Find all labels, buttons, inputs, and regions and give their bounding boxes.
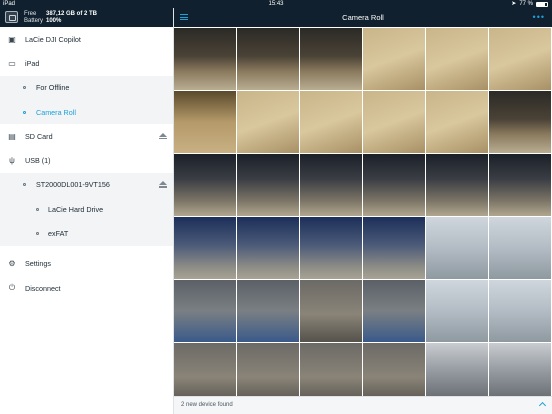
bullet-icon — [23, 86, 26, 90]
sidebar-nav: ▣ LaCie DJI Copilot ▭ iPad For Offline C… — [0, 27, 173, 300]
status-indicators: ➤ 77 % — [511, 0, 548, 8]
clock: 15:43 — [268, 1, 284, 7]
sidebar-item-st2000dl001[interactable]: ST2000DL001-9VT156 — [0, 172, 173, 198]
sidebar-item-lacie-hard-drive[interactable]: LaCie Hard Drive — [0, 197, 173, 222]
photo-grid — [174, 28, 552, 405]
photo-thumbnail[interactable] — [300, 91, 362, 153]
status-bar: iPad 15:43 ➤ 77 % — [0, 0, 552, 8]
photo-thumbnail[interactable] — [174, 280, 236, 342]
free-value: 387,12 GB of 2 TB — [46, 11, 98, 17]
sidebar-item-label: iPad — [25, 58, 40, 68]
bullet-icon — [23, 110, 26, 114]
device-header: Free 387,12 GB of 2 TB Battery 100% — [0, 8, 173, 27]
photo-thumbnail[interactable] — [174, 217, 236, 279]
photo-thumbnail[interactable] — [237, 91, 299, 153]
location-icon: ➤ — [511, 1, 517, 7]
photo-thumbnail[interactable] — [426, 154, 488, 216]
photo-thumbnail[interactable] — [363, 280, 425, 342]
sidebar-item-lacie-dji-copilot[interactable]: ▣ LaCie DJI Copilot — [0, 27, 173, 51]
battery-icon — [536, 1, 548, 7]
photo-thumbnail[interactable] — [237, 28, 299, 90]
copilot-icon: ▣ — [8, 34, 16, 44]
chevron-up-icon[interactable] — [538, 401, 547, 410]
notification-text: 2 new device found — [181, 402, 233, 408]
usb-icon: ψ — [9, 156, 15, 166]
sidebar-item-exfat[interactable]: exFAT — [0, 221, 173, 246]
more-options-icon[interactable]: ••• — [533, 13, 545, 22]
sidebar-item-label: LaCie DJI Copilot — [25, 34, 81, 44]
power-icon: ⏻ — [8, 283, 16, 293]
photo-thumbnail[interactable] — [174, 28, 236, 90]
sidebar-item-label: Disconnect — [25, 283, 61, 293]
battery-value: 100% — [46, 18, 62, 24]
photo-thumbnail[interactable] — [300, 154, 362, 216]
photo-thumbnail[interactable] — [363, 91, 425, 153]
ipad-icon: ▭ — [8, 58, 16, 68]
sidebar-item-label: Camera Roll — [36, 107, 76, 117]
bullet-icon — [36, 232, 39, 236]
photo-thumbnail[interactable] — [489, 154, 551, 216]
photo-thumbnail[interactable] — [426, 28, 488, 90]
sidebar-item-usb[interactable]: ψ USB (1) — [0, 148, 173, 172]
photo-thumbnail[interactable] — [300, 280, 362, 342]
sidebar-item-label: LaCie Hard Drive — [48, 204, 104, 214]
bullet-icon — [36, 207, 39, 211]
main-panel: Camera Roll ••• 2 new device found — [174, 8, 552, 414]
sidebar-item-settings[interactable]: ⚙ Settings — [0, 252, 173, 276]
battery-label: Battery — [24, 18, 44, 24]
eject-icon[interactable] — [159, 132, 167, 140]
sidebar-item-label: For Offline — [36, 83, 70, 93]
gear-icon: ⚙ — [8, 259, 16, 269]
photo-thumbnail[interactable] — [174, 91, 236, 153]
photo-thumbnail[interactable] — [426, 217, 488, 279]
photo-thumbnail[interactable] — [426, 280, 488, 342]
sidebar-item-ipad[interactable]: ▭ iPad — [0, 51, 173, 75]
sidebar-item-label: USB (1) — [25, 156, 51, 166]
sidebar-item-disconnect[interactable]: ⏻ Disconnect — [0, 276, 173, 300]
sidebar-item-label: exFAT — [48, 229, 69, 239]
bullet-icon — [23, 183, 26, 187]
drive-icon — [5, 11, 18, 23]
sidebar-item-sd-card[interactable]: ▤ SD Card — [0, 124, 173, 148]
battery-percent: 77 % — [519, 1, 533, 7]
photo-thumbnail[interactable] — [237, 217, 299, 279]
eject-icon[interactable] — [159, 181, 167, 188]
photo-thumbnail[interactable] — [363, 217, 425, 279]
sidebar-item-label: ST2000DL001-9VT156 — [36, 180, 110, 190]
photo-thumbnail[interactable] — [237, 280, 299, 342]
photo-thumbnail[interactable] — [363, 28, 425, 90]
sidebar-item-for-offline[interactable]: For Offline — [0, 75, 173, 100]
sidebar-item-label: SD Card — [25, 131, 53, 141]
photo-thumbnail[interactable] — [300, 217, 362, 279]
top-bar: Camera Roll ••• — [174, 8, 552, 27]
device-notification-bar[interactable]: 2 new device found — [174, 396, 552, 414]
photo-thumbnail[interactable] — [489, 217, 551, 279]
sd-card-icon: ▤ — [8, 131, 16, 141]
photo-thumbnail[interactable] — [489, 91, 551, 153]
photo-thumbnail[interactable] — [237, 154, 299, 216]
sidebar: Free 387,12 GB of 2 TB Battery 100% ▣ La… — [0, 8, 174, 414]
photo-thumbnail[interactable] — [300, 28, 362, 90]
sidebar-item-camera-roll[interactable]: Camera Roll — [0, 99, 173, 125]
photo-thumbnail[interactable] — [363, 154, 425, 216]
photo-thumbnail[interactable] — [426, 91, 488, 153]
photo-thumbnail[interactable] — [489, 28, 551, 90]
sidebar-item-label: Settings — [25, 259, 51, 269]
photo-thumbnail[interactable] — [174, 154, 236, 216]
page-title: Camera Roll — [342, 13, 384, 22]
photo-thumbnail[interactable] — [489, 280, 551, 342]
free-label: Free — [24, 11, 37, 17]
